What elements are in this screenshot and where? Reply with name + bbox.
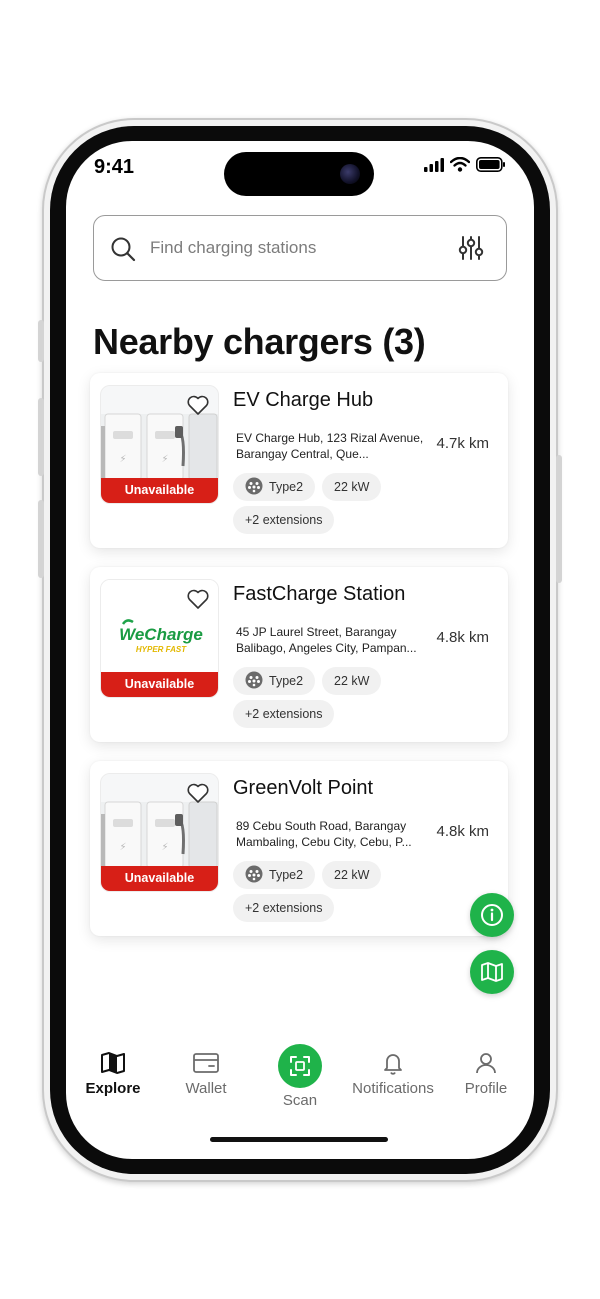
station-distance: 4.8k km (436, 823, 489, 840)
search-bar[interactable] (93, 215, 507, 281)
cellular-signal-icon (424, 157, 444, 172)
filter-sliders-icon[interactable] (458, 235, 484, 261)
station-logo: WeCharge HYPER FAST Unavailable (100, 579, 219, 698)
tab-label: Wallet (185, 1080, 227, 1097)
station-card[interactable]: ⚡ ⚡ Unavailable EV Charge Hub EV Charge … (90, 373, 508, 548)
station-card[interactable]: WeCharge HYPER FAST Unavailable FastChar… (90, 567, 508, 742)
power-chip: 22 kW (322, 667, 382, 695)
connector-chip: Type2 (233, 667, 316, 695)
wallet-icon (193, 1053, 219, 1073)
favorite-heart-icon[interactable] (186, 782, 210, 804)
tab-wallet[interactable]: Wallet (159, 1051, 253, 1098)
favorite-heart-icon[interactable] (186, 394, 210, 416)
scan-icon (290, 1056, 310, 1076)
station-name[interactable]: GreenVolt Point (233, 777, 373, 800)
tab-label: Scan (282, 1092, 318, 1109)
bottom-tab-bar: Explore Wallet Scan Notifications Profil… (66, 1041, 534, 1116)
tab-label: Profile (464, 1080, 508, 1097)
wifi-icon (450, 157, 470, 172)
svg-text:⚡: ⚡ (119, 842, 126, 853)
phone-volume-down-button (38, 500, 44, 578)
connector-label: Type2 (269, 868, 304, 882)
home-indicator (210, 1137, 388, 1142)
type2-plug-icon (245, 865, 263, 883)
status-badge: Unavailable (101, 672, 218, 697)
connector-label: Type2 (269, 480, 304, 494)
station-address: EV Charge Hub, 123 Rizal Avenue, Baranga… (236, 431, 424, 461)
phone-action-button (38, 320, 44, 362)
power-chip: 22 kW (322, 861, 382, 889)
station-photo: ⚡ ⚡ Unavailable (100, 385, 219, 504)
svg-text:⚡: ⚡ (161, 454, 168, 465)
station-address: 45 JP Laurel Street, Barangay Balibago, … (236, 625, 417, 655)
bell-icon (384, 1054, 402, 1075)
svg-text:⚡: ⚡ (161, 842, 168, 853)
tab-profile[interactable]: Profile (439, 1051, 533, 1098)
status-icons (424, 157, 506, 172)
battery-icon (476, 157, 505, 172)
connector-chip: Type2 (233, 473, 316, 501)
tab-label: Notifications (352, 1080, 434, 1097)
svg-text:⚡: ⚡ (119, 454, 126, 465)
search-icon (111, 237, 136, 262)
tab-label: Explore (85, 1080, 141, 1097)
station-address: 89 Cebu South Road, Barangay Mambaling, … (236, 819, 412, 849)
dynamic-island (224, 152, 374, 196)
power-chip: 22 kW (322, 473, 382, 501)
station-photo: ⚡ ⚡ Unavailable (100, 773, 219, 892)
info-button[interactable] (470, 893, 514, 937)
station-distance: 4.7k km (436, 435, 489, 452)
person-icon (476, 1053, 496, 1074)
map-book-icon (101, 1052, 125, 1074)
map-view-button[interactable] (470, 950, 514, 994)
connector-label: Type2 (269, 674, 304, 688)
app-screen: 9:41 Find charging stations Nearby charg… (66, 141, 534, 1159)
station-distance: 4.8k km (436, 629, 489, 646)
tab-scan[interactable]: Scan (253, 1044, 347, 1110)
type2-plug-icon (245, 477, 263, 495)
status-badge: Unavailable (101, 478, 218, 503)
tab-notifications[interactable]: Notifications (346, 1051, 440, 1098)
scan-button[interactable] (278, 1044, 322, 1088)
extensions-chip: +2 extensions (233, 894, 335, 922)
search-input[interactable] (150, 230, 440, 266)
section-title: Nearby chargers (3) (93, 321, 426, 362)
extensions-chip: +2 extensions (233, 700, 335, 728)
phone-volume-up-button (38, 398, 44, 476)
station-card[interactable]: ⚡ ⚡ Unavailable GreenVolt Point 89 Cebu … (90, 761, 508, 936)
status-badge: Unavailable (101, 866, 218, 891)
type2-plug-icon (245, 671, 263, 689)
favorite-heart-icon[interactable] (186, 588, 210, 610)
station-name[interactable]: FastCharge Station (233, 583, 405, 606)
extensions-chip: +2 extensions (233, 506, 335, 534)
phone-power-button (556, 455, 562, 583)
info-icon (481, 904, 503, 926)
map-icon (481, 962, 503, 982)
station-name[interactable]: EV Charge Hub (233, 389, 373, 412)
status-time: 9:41 (94, 156, 135, 178)
tab-explore[interactable]: Explore (66, 1051, 160, 1098)
wecharge-logo-subtext: HYPER FAST (136, 645, 187, 654)
connector-chip: Type2 (233, 861, 316, 889)
camera-icon (340, 164, 360, 184)
wecharge-logo-text: WeCharge (119, 625, 203, 644)
